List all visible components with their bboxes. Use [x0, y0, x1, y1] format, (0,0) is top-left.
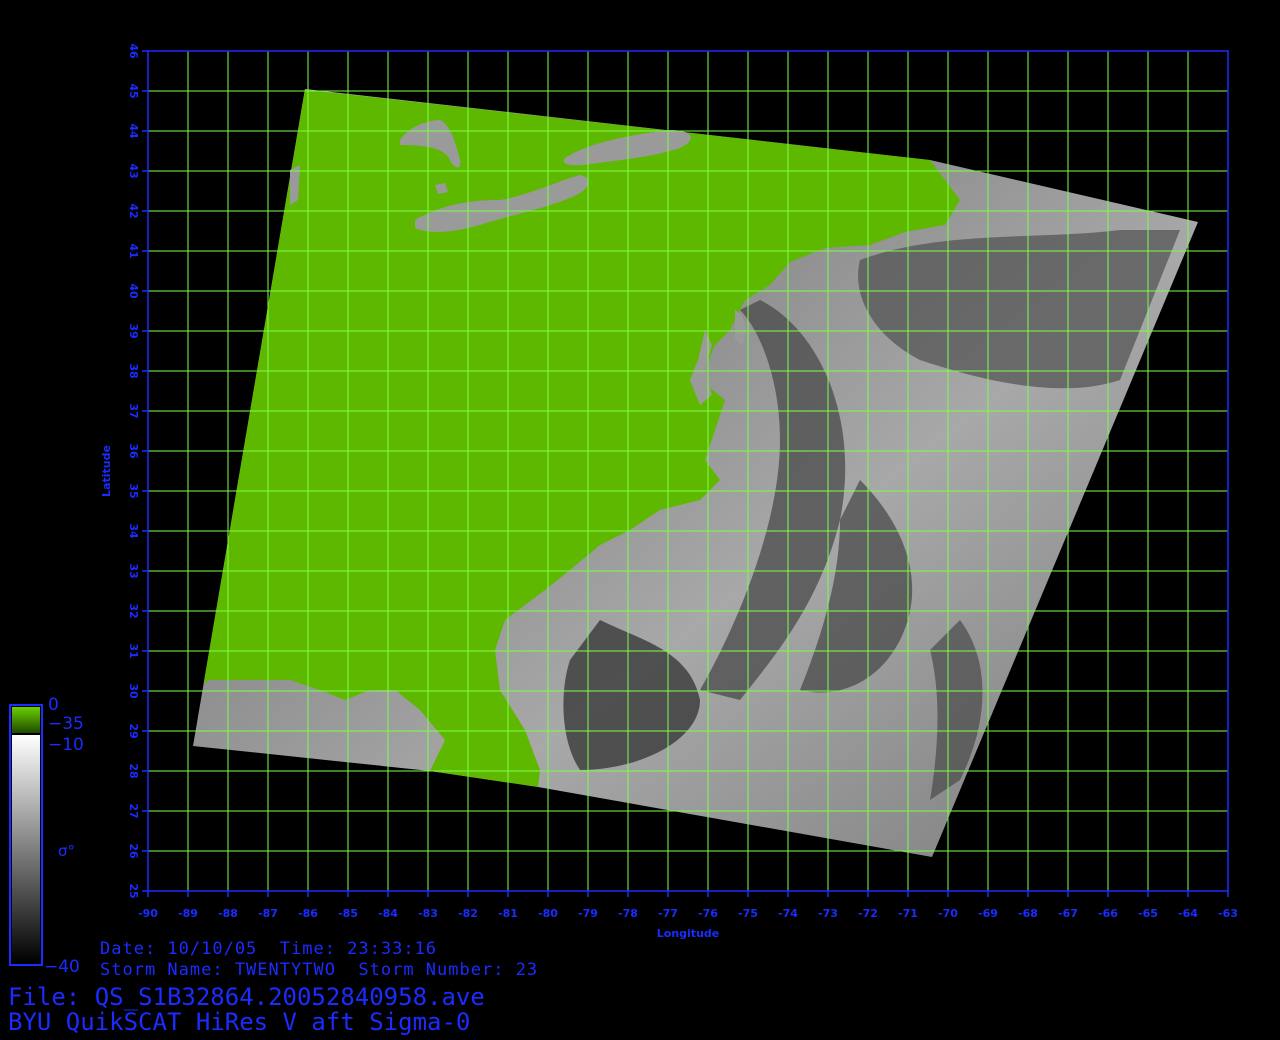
- latitude-tick-labels: 25 26 27 28 29 30 31 32 33 34 35 36 37 38 39 40 41 42 43 44…: [127, 43, 148, 899]
- x-tick-label: -88: [218, 907, 238, 920]
- y-tick-label: 44: [127, 123, 140, 139]
- x-tick-label: -86: [298, 907, 318, 920]
- legend-land-bottom-label: −35: [48, 714, 84, 734]
- date-time-line: Date: 10/10/05 Time: 23:33:16: [100, 939, 438, 959]
- y-tick-label: 38: [127, 363, 140, 378]
- y-tick-label: 33: [127, 563, 140, 578]
- y-tick-label: 40: [127, 283, 140, 299]
- x-tick-label: -85: [338, 907, 358, 920]
- y-tick-label: 46: [127, 43, 140, 59]
- x-tick-label: -81: [498, 907, 518, 920]
- x-tick-label: -64: [1178, 907, 1198, 920]
- y-tick-label: 45: [127, 83, 140, 98]
- x-tick-label: -87: [258, 907, 278, 920]
- y-axis-title: Latitude: [100, 445, 113, 497]
- legend-sigma-ramp: [12, 735, 40, 963]
- storm-info-line: Storm Name: TWENTYTWO Storm Number: 23: [100, 960, 539, 980]
- x-tick-label: -70: [938, 907, 958, 920]
- y-tick-label: 27: [127, 803, 140, 818]
- y-tick-label: 32: [127, 603, 140, 618]
- file-name-line: File: QS_S1B32864.20052840958.ave: [8, 983, 485, 1011]
- x-tick-label: -83: [418, 907, 438, 920]
- y-tick-label: 34: [127, 523, 140, 539]
- y-tick-label: 42: [127, 203, 140, 218]
- x-tick-label: -68: [1018, 907, 1038, 920]
- legend-sigma-bottom-label: −40: [44, 957, 80, 977]
- y-tick-label: 37: [127, 403, 140, 418]
- legend-sigma-top-label: −10: [48, 735, 84, 755]
- y-tick-label: 36: [127, 443, 140, 459]
- x-tick-label: -67: [1058, 907, 1078, 920]
- y-tick-label: 31: [127, 643, 140, 658]
- product-title-line: BYU QuikSCAT HiRes V aft Sigma-0: [8, 1008, 471, 1036]
- x-tick-label: -73: [818, 907, 838, 920]
- x-tick-label: -69: [978, 907, 998, 920]
- legend-land-swatch: [12, 707, 40, 733]
- y-tick-label: 39: [127, 323, 140, 338]
- x-tick-label: -66: [1098, 907, 1118, 920]
- y-tick-label: 25: [127, 883, 140, 898]
- y-tick-label: 28: [127, 763, 140, 778]
- x-tick-label: -65: [1138, 907, 1158, 920]
- x-tick-label: -72: [858, 907, 878, 920]
- x-tick-label: -63: [1218, 907, 1238, 920]
- x-tick-label: -79: [578, 907, 598, 920]
- x-tick-label: -80: [538, 907, 558, 920]
- y-tick-label: 29: [127, 723, 140, 738]
- x-tick-label: -78: [618, 907, 638, 920]
- y-tick-label: 41: [127, 243, 140, 258]
- legend-land-top-label: 0: [48, 695, 59, 715]
- x-tick-label: -74: [778, 907, 798, 920]
- x-tick-label: -84: [378, 907, 398, 920]
- x-tick-label: -76: [698, 907, 718, 920]
- y-tick-label: 35: [127, 483, 140, 498]
- legend-sigma-symbol: σ°: [58, 842, 76, 860]
- longitude-tick-labels: -90 -89 -88 -87 -86 -85 -84 -83 -82 -81 -80 -79 -78 -…: [138, 891, 1238, 920]
- y-tick-label: 30: [127, 683, 140, 699]
- legend-colorbar: [9, 704, 43, 966]
- scatterometer-map: -90 -89 -88 -87 -86 -85 -84 -83 -82 -81 -80 -79 -78 -…: [9, 43, 1238, 966]
- y-tick-label: 43: [127, 163, 140, 178]
- x-axis-title: Longitude: [657, 927, 719, 940]
- y-tick-label: 26: [127, 843, 140, 859]
- x-tick-label: -89: [178, 907, 198, 920]
- x-tick-label: -82: [458, 907, 478, 920]
- x-tick-label: -90: [138, 907, 158, 920]
- x-tick-label: -75: [738, 907, 758, 920]
- x-tick-label: -71: [898, 907, 918, 920]
- x-tick-label: -77: [658, 907, 678, 920]
